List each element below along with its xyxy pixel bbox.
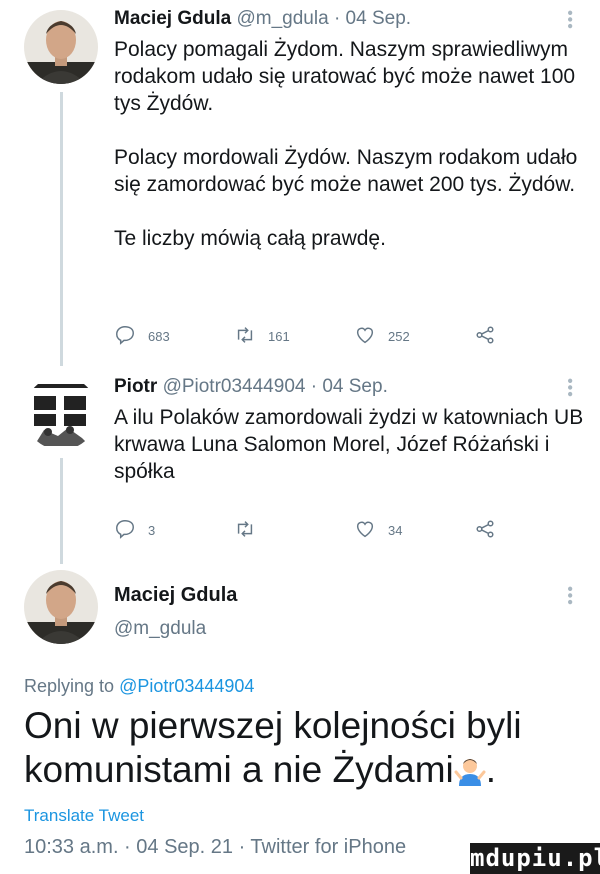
reply-icon (114, 324, 136, 349)
tweet-header: Piotr @Piotr03444904 · 04 Sep. (114, 376, 388, 398)
separator: · (310, 376, 318, 397)
replying-prefix: Replying to (24, 676, 115, 696)
share-button[interactable] (474, 324, 496, 349)
author-handle[interactable]: @m_gdula (114, 618, 206, 640)
tweet-date[interactable]: 04 Sep. (322, 376, 388, 397)
avatar[interactable] (24, 376, 98, 450)
author-name[interactable]: Piotr (114, 376, 157, 397)
author-handle[interactable]: @m_gdula (236, 8, 328, 29)
more-icon[interactable]: ••• (560, 586, 578, 606)
retweet-count: 161 (268, 329, 290, 344)
tweet-text: Polacy pomagali Żydom. Naszym sprawiedli… (114, 36, 584, 279)
tweet-text: A ilu Polaków zamordowali żydzi w katown… (114, 406, 584, 483)
tweet-paragraph: Polacy mordowali Żydów. Naszym rodakom u… (114, 146, 578, 196)
tweet-timestamp[interactable]: 10:33 a.m. · 04 Sep. 21 · Twitter for iP… (24, 836, 406, 859)
tweet-actions: 683 161 252 (114, 324, 514, 348)
author-handle[interactable]: @Piotr03444904 (163, 376, 306, 397)
like-button[interactable]: 252 (354, 324, 410, 349)
tweet-header: Maciej Gdula @m_gdula · 04 Sep. (114, 8, 411, 30)
tweet-paragraph: Polacy pomagali Żydom. Naszym sprawiedli… (114, 38, 576, 115)
retweet-icon (234, 518, 256, 543)
more-icon[interactable]: ••• (560, 10, 578, 30)
reply-count: 3 (148, 523, 156, 538)
reply-icon (114, 518, 136, 543)
author-name[interactable]: Maciej Gdula (114, 8, 231, 29)
man-shrugging-emoji (454, 752, 486, 786)
tweet-actions: 3 34 (114, 518, 514, 542)
tweet-date[interactable]: 04 Sep. (346, 8, 412, 29)
more-icon[interactable]: ••• (560, 378, 578, 398)
tweet-2[interactable]: Piotr @Piotr03444904 · 04 Sep. ••• A ilu… (0, 366, 600, 566)
share-icon (474, 518, 496, 543)
avatar[interactable] (24, 570, 98, 644)
like-button[interactable]: 34 (354, 518, 402, 543)
separator: · (333, 8, 341, 29)
like-count: 34 (388, 523, 403, 538)
heart-icon (354, 324, 376, 349)
reply-count: 683 (148, 329, 170, 344)
watermark-logo: mdupiu.pl (470, 843, 600, 874)
tweet-paragraph: Te liczby mówią całą prawdę. (114, 227, 386, 250)
reply-button[interactable]: 3 (114, 518, 155, 543)
main-tweet-end: . (485, 749, 497, 790)
replying-mention[interactable]: @Piotr03444904 (119, 676, 254, 696)
thread-line (60, 92, 63, 366)
author-name[interactable]: Maciej Gdula (114, 584, 237, 607)
retweet-button[interactable] (234, 518, 268, 543)
share-icon (474, 324, 496, 349)
translate-link[interactable]: Translate Tweet (24, 806, 144, 826)
replying-to: Replying to @Piotr03444904 (24, 676, 254, 697)
avatar[interactable] (24, 10, 98, 84)
thread-line (60, 458, 63, 564)
retweet-button[interactable]: 161 (234, 324, 290, 349)
heart-icon (354, 518, 376, 543)
share-button[interactable] (474, 518, 496, 543)
retweet-icon (234, 324, 256, 349)
tweet-1[interactable]: Maciej Gdula @m_gdula · 04 Sep. ••• Pola… (0, 0, 600, 366)
main-tweet-body: Oni w pierwszej kolejności byli komunist… (24, 705, 522, 790)
main-tweet-text: Oni w pierwszej kolejności byli komunist… (24, 704, 584, 792)
like-count: 252 (388, 329, 410, 344)
reply-button[interactable]: 683 (114, 324, 170, 349)
